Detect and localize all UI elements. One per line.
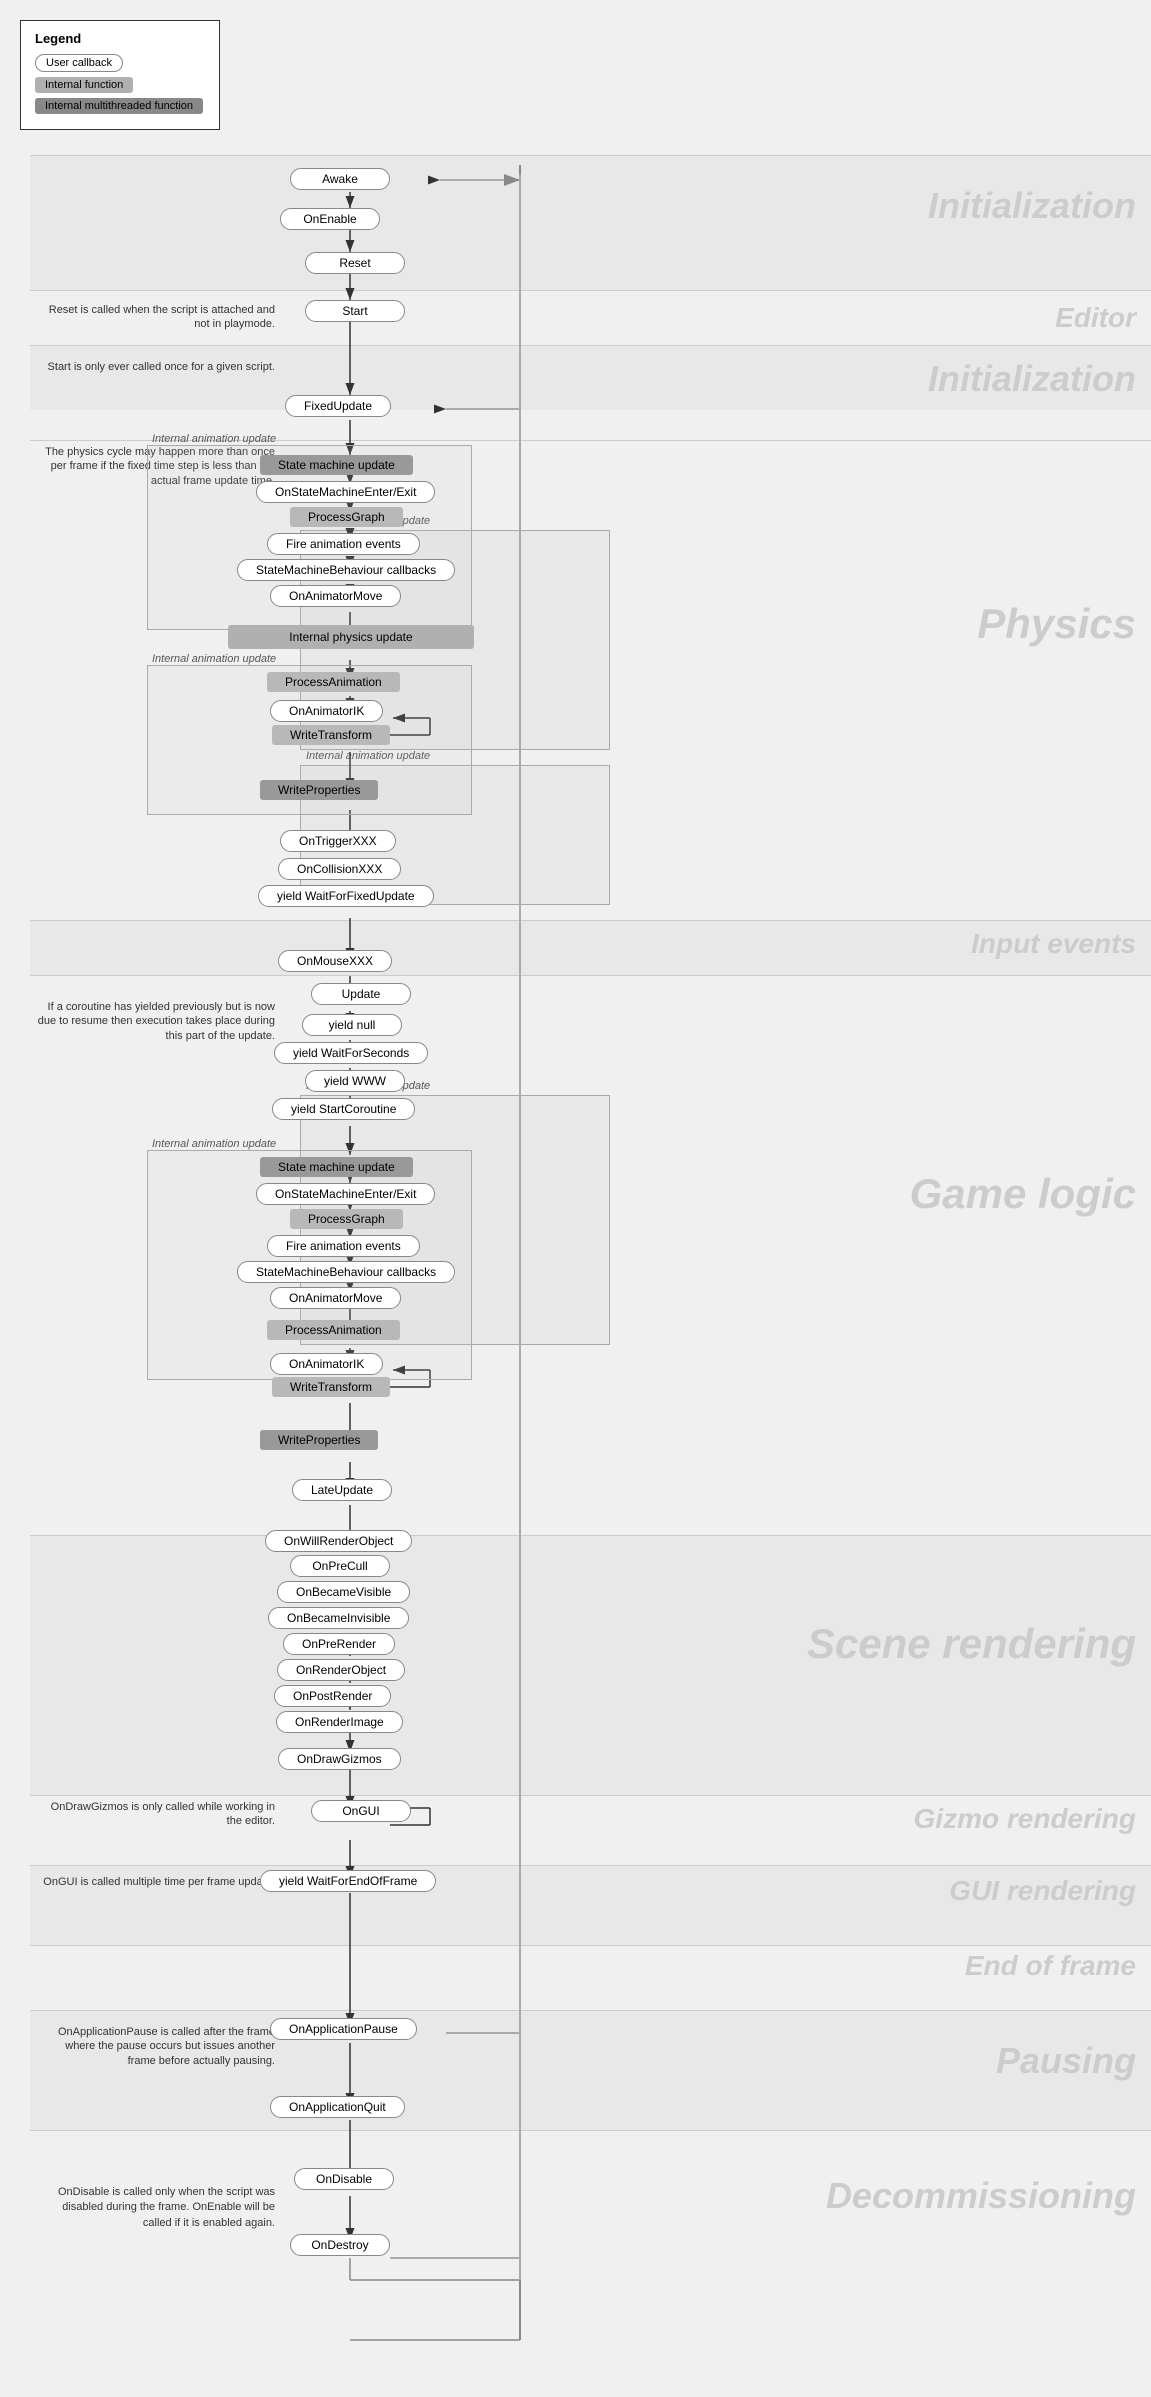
label-editor: Editor: [1055, 302, 1136, 334]
node-start: Start: [305, 300, 405, 322]
node-ywfs: yield WaitForSeconds: [274, 1042, 428, 1064]
label-init1: Initialization: [928, 185, 1136, 227]
annot-gizmos: OnDrawGizmos is only called while workin…: [35, 1800, 275, 1829]
node-ywfeof: yield WaitForEndOfFrame: [260, 1870, 436, 1892]
label-eof: End of frame: [965, 1950, 1136, 1982]
node-obi: OnBecameInvisible: [268, 1607, 409, 1629]
legend-user-callback-box: User callback: [35, 54, 123, 72]
node-ondestroy: OnDestroy: [290, 2234, 390, 2256]
node-odg: OnDrawGizmos: [278, 1748, 401, 1770]
label-gamelogic: Game logic: [910, 1170, 1136, 1218]
annot-ondisable: OnDisable is called only when the script…: [35, 2185, 275, 2231]
legend-internal-fn: Internal function: [35, 77, 205, 93]
label-physics: Physics: [977, 600, 1136, 648]
legend-internal-mt: Internal multithreaded function: [35, 98, 205, 114]
node-opr: OnPreRender: [283, 1633, 395, 1655]
node-pg2: ProcessGraph: [290, 1209, 403, 1229]
node-ondisable: OnDisable: [294, 2168, 394, 2190]
label-gui: GUI rendering: [949, 1875, 1136, 1907]
node-ori: OnRenderImage: [276, 1711, 403, 1733]
annot-coroutine: If a coroutine has yielded previously bu…: [35, 1000, 275, 1043]
label-input: Input events: [971, 928, 1136, 960]
node-wt2: WriteTransform: [272, 1377, 390, 1397]
node-ysc: yield StartCoroutine: [272, 1098, 415, 1120]
node-opor: OnPostRender: [274, 1685, 391, 1707]
node-smu2: State machine update: [260, 1157, 413, 1177]
node-oro: OnRenderObject: [277, 1659, 405, 1681]
node-pg1: ProcessGraph: [290, 507, 403, 527]
section-decommission-bg: [30, 2130, 1151, 2360]
label-scenerender: Scene rendering: [807, 1620, 1136, 1668]
node-obv: OnBecameVisible: [277, 1581, 410, 1603]
legend-box: Legend User callback Internal function I…: [20, 20, 220, 130]
node-fae1: Fire animation events: [267, 533, 420, 555]
node-reset: Reset: [305, 252, 405, 274]
node-ongui: OnGUI: [311, 1800, 411, 1822]
node-smu1: State machine update: [260, 455, 413, 475]
node-oaik1: OnAnimatorIK: [270, 700, 383, 722]
node-smbc1: StateMachineBehaviour callbacks: [237, 559, 455, 581]
node-update: Update: [311, 983, 411, 1005]
node-oam2: OnAnimatorMove: [270, 1287, 401, 1309]
annot-onapppause: OnApplicationPause is called after the f…: [35, 2025, 275, 2068]
label-decommission: Decommissioning: [826, 2175, 1136, 2217]
node-wp1: WriteProperties: [260, 780, 378, 800]
node-fae2: Fire animation events: [267, 1235, 420, 1257]
legend-title: Legend: [35, 31, 205, 46]
node-onenable: OnEnable: [280, 208, 380, 230]
node-smbc2: StateMachineBehaviour callbacks: [237, 1261, 455, 1283]
node-osmee1: OnStateMachineEnter/Exit: [256, 481, 435, 503]
node-osmee2: OnStateMachineEnter/Exit: [256, 1183, 435, 1205]
node-wt1: WriteTransform: [272, 725, 390, 745]
node-oaq: OnApplicationQuit: [270, 2096, 405, 2118]
label-init2: Initialization: [928, 358, 1136, 400]
node-oap: OnApplicationPause: [270, 2018, 417, 2040]
node-awake: Awake: [290, 168, 390, 190]
label-gizmo: Gizmo rendering: [914, 1803, 1136, 1835]
node-ocx: OnCollisionXXX: [278, 858, 401, 880]
node-wp2: WriteProperties: [260, 1430, 378, 1450]
node-pa1: ProcessAnimation: [267, 672, 400, 692]
node-lateupdate: LateUpdate: [292, 1479, 392, 1501]
node-otx: OnTriggerXXX: [280, 830, 396, 852]
internal-anim-label-2: Internal animation update: [152, 653, 276, 665]
node-oam1: OnAnimatorMove: [270, 585, 401, 607]
internal-anim-label-1: Internal animation update: [152, 433, 276, 445]
node-ipu: Internal physics update: [228, 625, 474, 649]
annot-reset: Reset is called when the script is attac…: [35, 303, 275, 332]
internal-anim-label-3: Internal animation update: [152, 1138, 276, 1150]
node-oaik2: OnAnimatorIK: [270, 1353, 383, 1375]
node-ywffu: yield WaitForFixedUpdate: [258, 885, 434, 907]
node-opc: OnPreCull: [290, 1555, 390, 1577]
legend-user-callback: User callback: [35, 54, 205, 72]
node-owro: OnWillRenderObject: [265, 1530, 412, 1552]
legend-internal-mt-box: Internal multithreaded function: [35, 98, 203, 114]
node-yn: yield null: [302, 1014, 402, 1036]
label-pausing: Pausing: [996, 2040, 1136, 2082]
node-pa2: ProcessAnimation: [267, 1320, 400, 1340]
annot-start: Start is only ever called once for a giv…: [35, 360, 275, 374]
node-fixedupdate: FixedUpdate: [285, 395, 391, 417]
node-ywww: yield WWW: [305, 1070, 405, 1092]
node-omx: OnMouseXXX: [278, 950, 392, 972]
legend-internal-fn-box: Internal function: [35, 77, 133, 93]
annot-ongui: OnGUI is called multiple time per frame …: [35, 1875, 275, 1889]
page: Legend User callback Internal function I…: [0, 0, 1151, 2397]
